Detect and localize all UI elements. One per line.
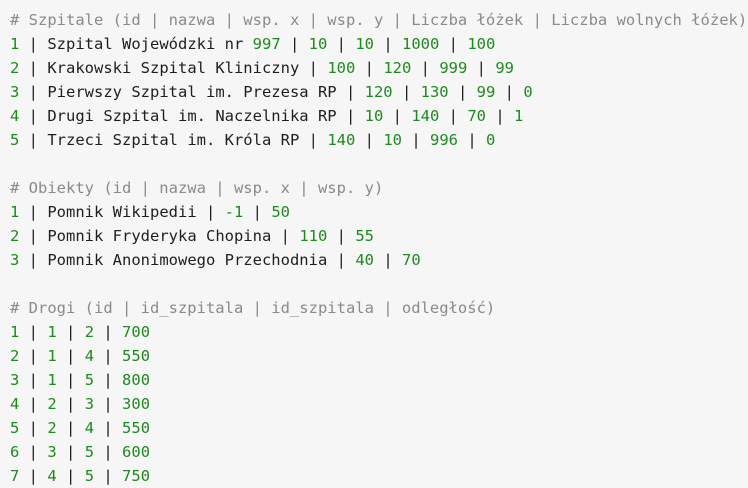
row-id: 4 [10, 107, 20, 125]
data-row: 3 | Pierwszy Szpital im. Prezesa RP | 12… [10, 83, 533, 101]
row-value: 996 [429, 131, 458, 149]
row-value: 997 [252, 35, 281, 53]
data-row: 4 | Drugi Szpital im. Naczelnika RP | 10… [10, 107, 524, 125]
row-value: 0 [485, 131, 496, 149]
row-value: 100 [327, 59, 356, 77]
row-id: 5 [10, 131, 20, 149]
row-value: 100 [467, 35, 496, 53]
row-value: -1 [224, 203, 244, 221]
row-name: Szpital Wojewódzki nr [47, 35, 244, 53]
data-row: 1 | Szpital Wojewódzki nr 997 | 10 | 10 … [10, 35, 496, 53]
row-id: 3 [10, 83, 20, 101]
row-name: Pomnik Anonimowego Przechodnia [47, 251, 328, 269]
row-name: Krakowski Szpital Kliniczny [47, 59, 300, 77]
data-row: 3 | 1 | 5 | 800 [10, 371, 151, 389]
data-row: 2 | Pomnik Fryderyka Chopina | 110 | 55 [10, 227, 374, 245]
row-id: 7 [10, 467, 20, 485]
row-id: 2 [10, 347, 20, 365]
row-name: Pomnik Fryderyka Chopina [47, 227, 272, 245]
data-row: 7 | 4 | 5 | 750 [10, 467, 151, 485]
row-name: Drugi Szpital im. Naczelnika RP [47, 107, 337, 125]
row-value: 140 [327, 131, 356, 149]
data-row: 1 | Pomnik Wikipedii | -1 | 50 [10, 203, 290, 221]
row-value: 4 [47, 467, 57, 485]
data-row: 5 | Trzeci Szpital im. Króla RP | 140 | … [10, 131, 496, 149]
row-value: 120 [383, 59, 412, 77]
row-value: 140 [411, 107, 440, 125]
row-id: 5 [10, 419, 20, 437]
data-row: 5 | 2 | 4 | 550 [10, 419, 151, 437]
row-value: 110 [299, 227, 328, 245]
row-value: 2 [84, 323, 95, 341]
section-comment: # Obiekty (id | nazwa | wsp. x | wsp. y) [10, 179, 384, 197]
row-value: 800 [122, 371, 151, 389]
row-value: 120 [364, 83, 393, 101]
row-value: 70 [401, 251, 421, 269]
row-value: 600 [122, 443, 151, 461]
row-name: Trzeci Szpital im. Króla RP [47, 131, 300, 149]
row-id: 2 [10, 59, 20, 77]
row-value: 4 [84, 419, 95, 437]
row-id: 6 [10, 443, 20, 461]
row-value: 1000 [402, 35, 440, 53]
row-value: 50 [271, 203, 290, 221]
row-value: 70 [467, 107, 486, 125]
row-value: 130 [420, 83, 449, 101]
row-value: 1 [513, 107, 524, 125]
data-row: 6 | 3 | 5 | 600 [10, 443, 151, 461]
row-value: 550 [122, 419, 151, 437]
row-id: 4 [10, 395, 20, 413]
row-value: 5 [84, 443, 95, 461]
row-id: 1 [10, 203, 20, 221]
row-value: 1 [47, 347, 57, 365]
row-id: 1 [10, 35, 20, 53]
data-row: 3 | Pomnik Anonimowego Przechodnia | 40 … [10, 251, 421, 269]
row-value: 10 [364, 107, 384, 125]
row-value: 999 [439, 59, 468, 77]
code-block: # Szpitale (id | nazwa | wsp. x | wsp. y… [0, 0, 748, 485]
row-value: 10 [383, 131, 402, 149]
row-value: 2 [47, 395, 57, 413]
row-value: 5 [84, 371, 95, 389]
row-id: 3 [10, 371, 20, 389]
row-value: 550 [122, 347, 151, 365]
row-value: 0 [523, 83, 533, 101]
row-value: 700 [122, 323, 151, 341]
row-value: 2 [47, 419, 57, 437]
row-value: 10 [308, 35, 328, 53]
section-comment: # Szpitale (id | nazwa | wsp. x | wsp. y… [10, 11, 748, 29]
row-value: 3 [84, 395, 95, 413]
row-name: Pomnik Wikipedii [47, 203, 197, 221]
row-value: 5 [84, 467, 95, 485]
row-value: 99 [495, 59, 514, 77]
row-id: 3 [10, 251, 20, 269]
row-id: 2 [10, 227, 20, 245]
section-comment: # Drogi (id | id_szpitala | id_szpitala … [10, 299, 496, 317]
row-value: 300 [122, 395, 151, 413]
row-value: 4 [84, 347, 95, 365]
data-row: 2 | Krakowski Szpital Kliniczny | 100 | … [10, 59, 514, 77]
row-value: 99 [476, 83, 496, 101]
row-value: 10 [355, 35, 374, 53]
row-name: Pierwszy Szpital im. Prezesa RP [47, 83, 337, 101]
row-value: 750 [122, 467, 151, 485]
row-value: 1 [47, 323, 57, 341]
row-value: 1 [47, 371, 57, 389]
row-value: 55 [355, 227, 374, 245]
row-id: 1 [10, 323, 20, 341]
row-value: 40 [355, 251, 374, 269]
row-value: 3 [47, 443, 57, 461]
data-row: 4 | 2 | 3 | 300 [10, 395, 151, 413]
data-row: 1 | 1 | 2 | 700 [10, 323, 151, 341]
data-row: 2 | 1 | 4 | 550 [10, 347, 151, 365]
